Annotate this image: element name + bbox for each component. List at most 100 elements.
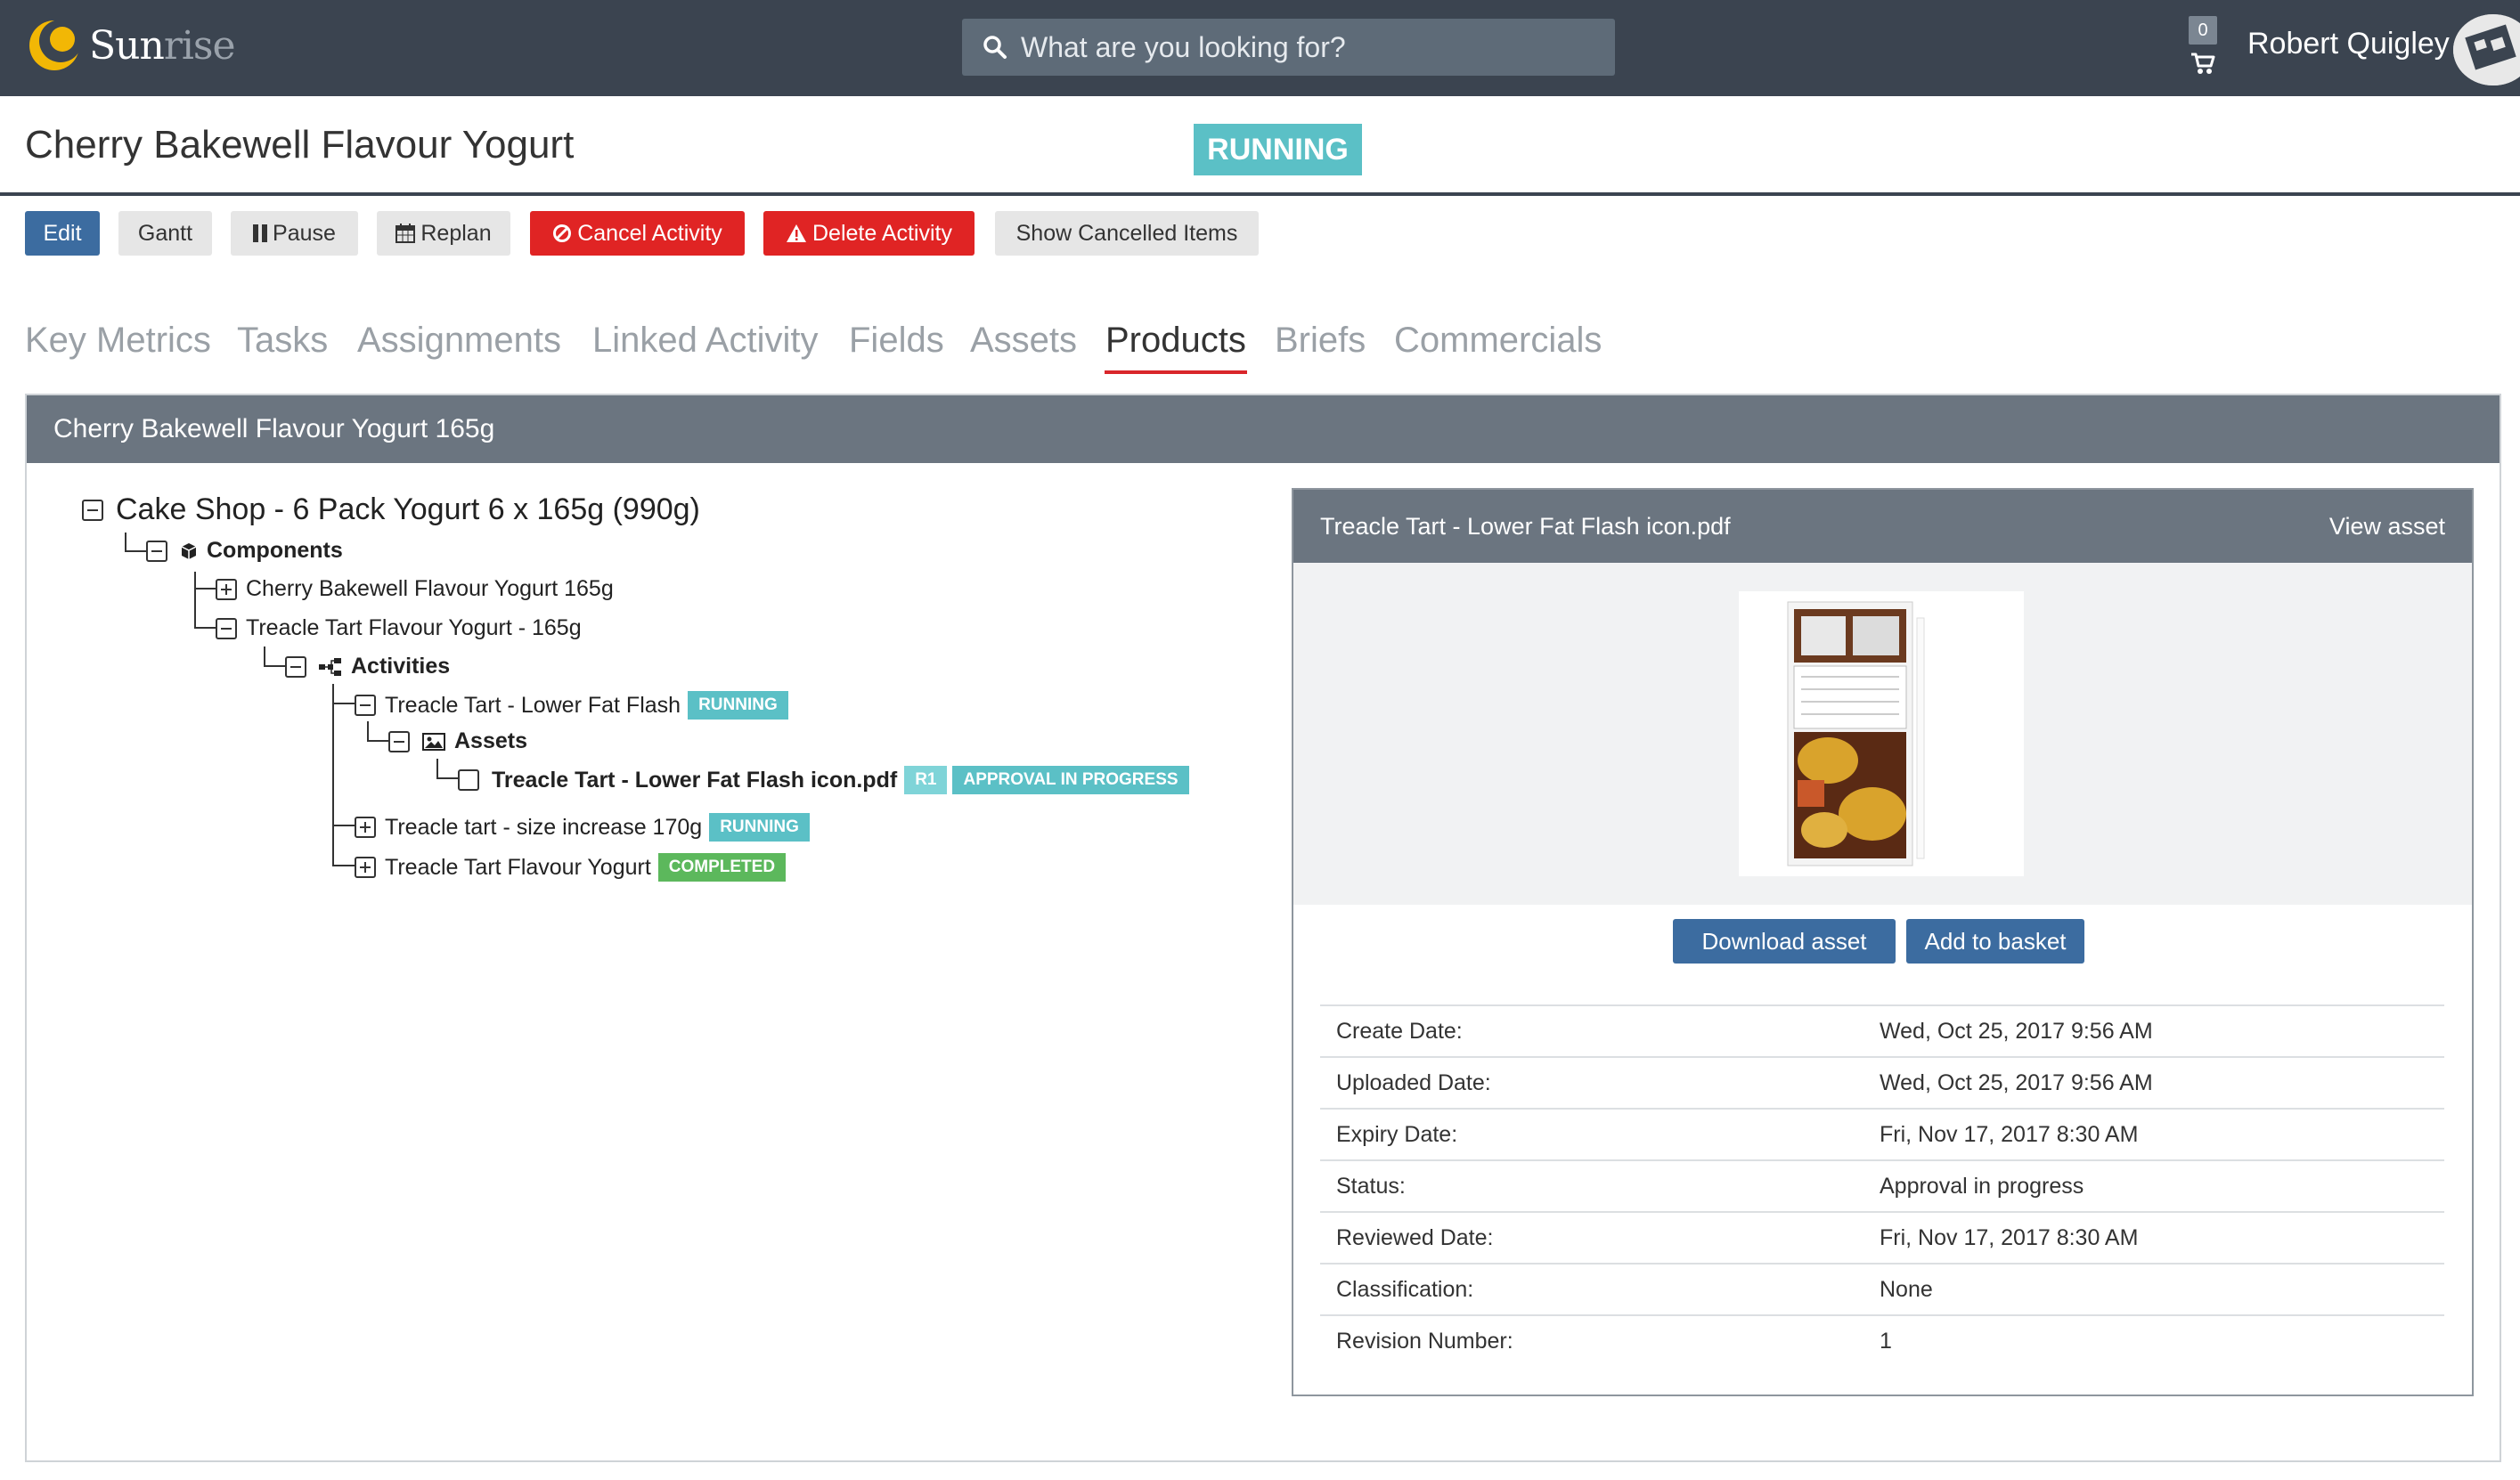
asset-card-header: Treacle Tart - Lower Fat Flash icon.pdf … — [1293, 490, 2472, 563]
show-cancelled-items-button[interactable]: Show Cancelled Items — [995, 211, 1259, 256]
replan-button[interactable]: Replan — [377, 211, 510, 256]
tab-tasks[interactable]: Tasks — [237, 321, 328, 361]
asset-title: Treacle Tart - Lower Fat Flash icon.pdf — [1320, 513, 1731, 540]
tab-fields[interactable]: Fields — [849, 321, 944, 361]
tree-node-component[interactable]: Cherry Bakewell Flavour Yogurt 165g — [216, 576, 614, 602]
delete-activity-button[interactable]: Delete Activity — [763, 211, 975, 256]
asset-thumbnail[interactable] — [1739, 591, 2024, 876]
sunrise-logo[interactable]: Sunrise — [27, 14, 236, 77]
sun-logo-icon — [27, 18, 82, 73]
show-cancelled-label: Show Cancelled Items — [1015, 220, 1238, 246]
tree-node-assets[interactable]: Assets — [388, 728, 527, 754]
tab-briefs[interactable]: Briefs — [1275, 321, 1366, 361]
tree-node-component[interactable]: Treacle Tart Flavour Yogurt - 165g — [216, 615, 582, 641]
status-badge: RUNNING — [1194, 124, 1362, 175]
status-badge: COMPLETED — [657, 853, 787, 882]
pause-icon — [253, 224, 268, 242]
search-input[interactable] — [1021, 30, 1573, 64]
cancel-activity-label: Cancel Activity — [577, 220, 722, 246]
tree-node-label: Components — [207, 538, 343, 563]
expand-toggle-icon[interactable] — [355, 857, 376, 878]
avatar[interactable] — [2453, 14, 2520, 85]
expand-toggle-icon[interactable] — [355, 817, 376, 838]
tree-node-label: Treacle Tart - Lower Fat Flash icon.pdf — [492, 767, 898, 793]
gantt-button[interactable]: Gantt — [118, 211, 212, 256]
download-asset-button[interactable]: Download asset — [1673, 919, 1896, 964]
collapse-toggle-icon[interactable] — [216, 617, 237, 639]
tree-node-root[interactable]: Cake Shop - 6 Pack Yogurt 6 x 165g (990g… — [82, 492, 700, 527]
meta-value: Approval in progress — [1880, 1173, 2084, 1199]
table-row: Expiry Date: Fri, Nov 17, 2017 8:30 AM — [1320, 1108, 2444, 1159]
table-row: Status: Approval in progress — [1320, 1159, 2444, 1211]
tree-node-asset[interactable]: Treacle Tart - Lower Fat Flash icon.pdf … — [458, 766, 1189, 794]
tree-node-components[interactable]: Components — [146, 538, 343, 564]
tree-node-activities[interactable]: Activities — [285, 654, 450, 679]
pause-button[interactable]: Pause — [231, 211, 358, 256]
table-row: Revision Number: 1 — [1320, 1314, 2444, 1366]
pause-button-label: Pause — [273, 220, 336, 246]
revision-badge: R1 — [904, 766, 948, 794]
expand-toggle-icon[interactable] — [216, 578, 237, 600]
meta-key: Status: — [1336, 1173, 1406, 1199]
tree-node-activity[interactable]: Treacle tart - size increase 170g RUNNIN… — [355, 813, 810, 842]
asset-detail-card: Treacle Tart - Lower Fat Flash icon.pdf … — [1292, 488, 2474, 1396]
collapse-toggle-icon[interactable] — [146, 540, 167, 562]
logo-wordmark: Sunrise — [89, 22, 236, 69]
search-icon — [982, 34, 1008, 61]
tree-node-label: Treacle Tart - Lower Fat Flash — [385, 692, 681, 718]
meta-value: 1 — [1880, 1328, 1892, 1354]
tab-commercials[interactable]: Commercials — [1394, 321, 1602, 361]
meta-key: Uploaded Date: — [1336, 1069, 1491, 1095]
collapse-toggle-icon[interactable] — [388, 730, 410, 752]
delete-activity-label: Delete Activity — [811, 220, 952, 246]
leaf-node-icon — [458, 769, 479, 791]
cancel-activity-button[interactable]: Cancel Activity — [530, 211, 745, 256]
cart-count-badge: 0 — [2189, 16, 2217, 45]
gantt-button-label: Gantt — [137, 220, 193, 246]
asset-preview-area — [1293, 563, 2472, 905]
meta-value: None — [1880, 1276, 1933, 1302]
tree-node-activity[interactable]: Treacle Tart - Lower Fat Flash RUNNING — [355, 691, 788, 720]
add-to-basket-button[interactable]: Add to basket — [1906, 919, 2084, 964]
tab-key-metrics[interactable]: Key Metrics — [25, 321, 211, 361]
tree-node-label: Treacle tart - size increase 170g — [385, 814, 703, 840]
collapse-toggle-icon[interactable] — [355, 695, 376, 716]
cube-icon — [180, 542, 198, 560]
tab-assets[interactable]: Assets — [970, 321, 1077, 361]
status-badge: RUNNING — [709, 813, 810, 842]
collapse-toggle-icon[interactable] — [285, 655, 306, 678]
edit-button-label: Edit — [43, 220, 82, 246]
tab-assignments[interactable]: Assignments — [357, 321, 561, 361]
meta-value: Fri, Nov 17, 2017 8:30 AM — [1880, 1121, 2139, 1147]
tree-node-activity[interactable]: Treacle Tart Flavour Yogurt COMPLETED — [355, 853, 787, 882]
user-name[interactable]: Robert Quigley — [2247, 27, 2450, 61]
tree-node-label: Cake Shop - 6 Pack Yogurt 6 x 165g (990g… — [116, 492, 700, 526]
download-asset-label: Download asset — [1701, 927, 1867, 955]
tree-node-label: Assets — [454, 728, 527, 753]
calendar-icon — [396, 224, 416, 243]
table-row: Uploaded Date: Wed, Oct 25, 2017 9:56 AM — [1320, 1056, 2444, 1108]
meta-key: Create Date: — [1336, 1018, 1463, 1044]
table-row: Create Date: Wed, Oct 25, 2017 9:56 AM — [1320, 1004, 2444, 1056]
basket[interactable]: 0 — [2187, 16, 2222, 80]
tree-node-label: Treacle Tart Flavour Yogurt — [385, 854, 651, 880]
table-row: Reviewed Date: Fri, Nov 17, 2017 8:30 AM — [1320, 1211, 2444, 1263]
meta-value: Wed, Oct 25, 2017 9:56 AM — [1880, 1018, 2153, 1044]
image-icon — [422, 732, 445, 751]
tab-products[interactable]: Products — [1105, 321, 1246, 361]
top-navbar: Sunrise 0 Robert Quigley — [0, 0, 2520, 96]
meta-key: Reviewed Date: — [1336, 1224, 1494, 1250]
tree-node-label: Activities — [351, 654, 451, 679]
table-row: Classification: None — [1320, 1263, 2444, 1314]
meta-key: Expiry Date: — [1336, 1121, 1458, 1147]
tab-linked-activity[interactable]: Linked Activity — [592, 321, 818, 361]
edit-button[interactable]: Edit — [25, 211, 100, 256]
sitemap-icon — [319, 657, 342, 676]
status-badge: APPROVAL IN PROGRESS — [952, 766, 1189, 794]
view-asset-link[interactable]: View asset — [2329, 490, 2445, 563]
global-search[interactable] — [962, 19, 1615, 76]
meta-value: Fri, Nov 17, 2017 8:30 AM — [1880, 1224, 2139, 1250]
meta-key: Revision Number: — [1336, 1328, 1513, 1354]
ban-icon — [552, 224, 572, 243]
collapse-toggle-icon[interactable] — [82, 499, 103, 521]
